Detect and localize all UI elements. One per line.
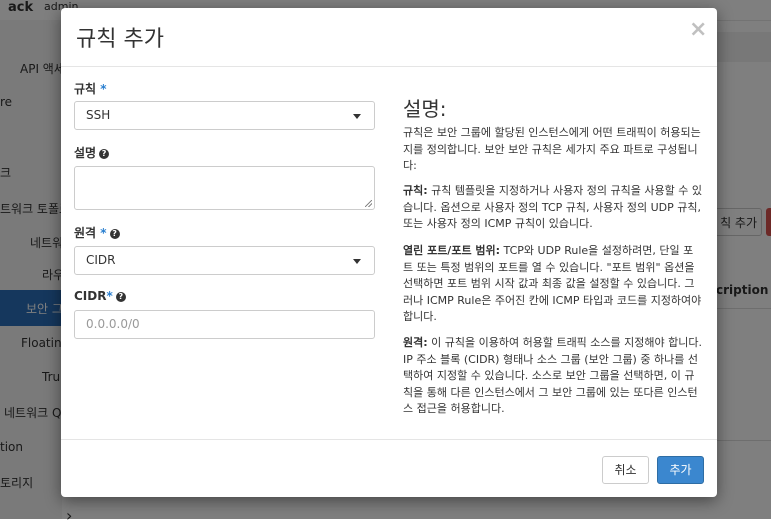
- cidr-label: CIDR*?: [74, 289, 126, 303]
- help-port-term: 열린 포트/포트 범위:: [403, 244, 501, 257]
- cidr-placeholder: 0.0.0.0/0: [86, 317, 140, 331]
- help-icon[interactable]: ?: [99, 148, 110, 159]
- remote-label: 원격 *?: [74, 224, 120, 241]
- rule-label: 규칙 *: [74, 80, 107, 97]
- modal-footer: 취소 추가: [61, 439, 717, 497]
- help-remote-text: 이 규칙을 이용하여 허용할 트래픽 소스를 지정해야 합니다. IP 주소 블…: [403, 336, 702, 415]
- help-remote: 원격: 이 규칙을 이용하여 허용할 트래픽 소스를 지정해야 합니다. IP …: [403, 335, 703, 418]
- help-icon[interactable]: ?: [115, 291, 126, 302]
- modal-title: 규칙 추가: [76, 27, 164, 52]
- cidr-label-text: CIDR: [74, 289, 107, 303]
- caret-down-icon: [353, 114, 361, 119]
- remote-select[interactable]: CIDR: [74, 246, 375, 275]
- help-rule-text: 규칙 템플릿을 지정하거나 사용자 정의 규칙을 사용할 수 있습니다. 옵션으…: [403, 184, 702, 230]
- help-remote-term: 원격:: [403, 336, 428, 349]
- cidr-input[interactable]: 0.0.0.0/0: [74, 310, 375, 339]
- help-intro: 규칙은 보안 그룹에 할당된 인스턴스에게 어떤 트래픽이 허용되는지를 정의합…: [403, 126, 701, 172]
- description-textarea[interactable]: [74, 166, 375, 210]
- rule-label-text: 규칙: [74, 82, 97, 96]
- rule-select-value: SSH: [86, 108, 111, 122]
- cancel-button[interactable]: 취소: [602, 456, 649, 484]
- remote-select-value: CIDR: [86, 253, 116, 267]
- description-label: 설명?: [74, 144, 110, 161]
- close-icon[interactable]: ×: [689, 17, 707, 42]
- help-rule: 규칙: 규칙 템플릿을 지정하거나 사용자 정의 규칙을 사용할 수 있습니다.…: [403, 183, 703, 233]
- resize-handle-icon[interactable]: [365, 200, 372, 207]
- required-mark: *: [100, 226, 107, 240]
- modal-header: 규칙 추가 ×: [61, 8, 717, 67]
- help-port: 열린 포트/포트 범위: TCP와 UDP Rule을 설정하려면, 단일 포트…: [403, 243, 703, 326]
- description-label-text: 설명: [74, 146, 97, 160]
- caret-down-icon: [353, 259, 361, 264]
- required-mark: *: [100, 82, 107, 96]
- help-title: 설명:: [403, 97, 447, 121]
- help-icon[interactable]: ?: [109, 228, 120, 239]
- help-rule-term: 규칙:: [403, 184, 428, 197]
- remote-label-text: 원격: [74, 226, 97, 240]
- add-rule-dialog: 규칙 추가 × 규칙 * SSH 설명? 원격 *? CIDR CIDR*? 0…: [61, 8, 717, 497]
- rule-select[interactable]: SSH: [74, 101, 375, 130]
- required-mark: *: [106, 289, 113, 303]
- add-button[interactable]: 추가: [657, 456, 704, 484]
